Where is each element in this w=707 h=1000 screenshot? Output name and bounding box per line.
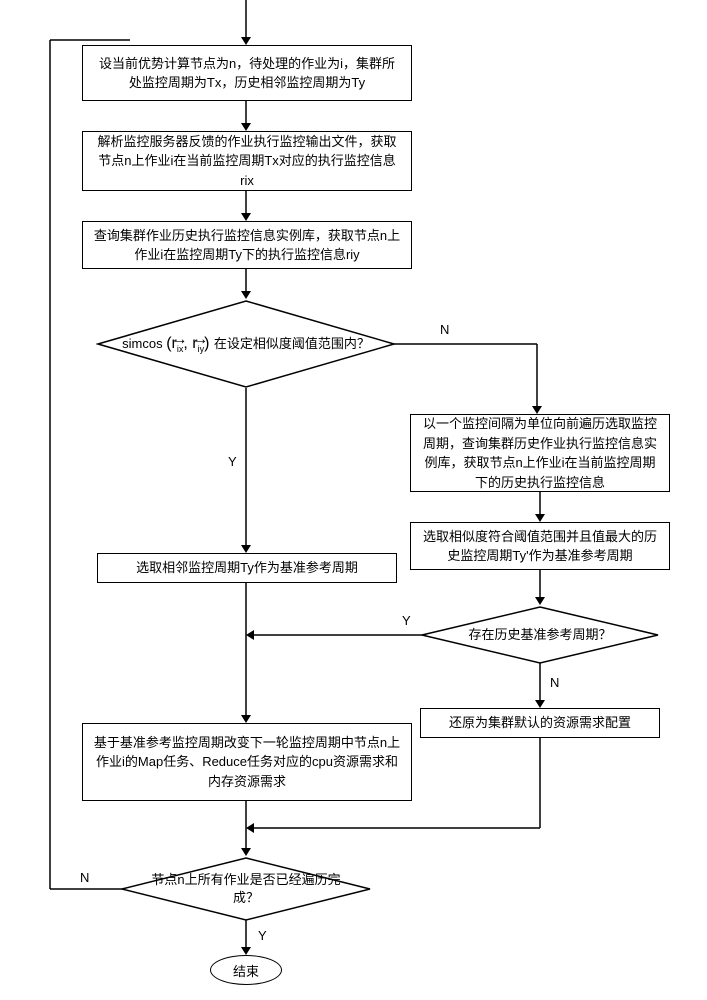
process-select-adjacent-period: 选取相邻监控周期Ty作为基准参考周期 (97, 553, 397, 583)
process-parse-monitor: 解析监控服务器反馈的作业执行监控输出文件，获取节点n上作业i在当前监控周期Tx对… (82, 131, 412, 191)
text: 查询集群作业历史执行监控信息实例库，获取节点n上作业i在监控周期Ty下的执行监控… (93, 226, 401, 265)
label-yes: Y (402, 613, 411, 628)
text: 还原为集群默认的资源需求配置 (449, 713, 631, 733)
terminal-end: 结束 (210, 955, 282, 985)
text: simcos (r→ix, r→iy) 在设定相似度阈值范围内？ (102, 333, 390, 356)
process-set-params: 设当前优势计算节点为n，待处理的作业为i，集群所处监控周期为Tx，历史相邻监控周… (82, 45, 412, 101)
text: 解析监控服务器反馈的作业执行监控输出文件，获取节点n上作业i在当前监控周期Tx对… (93, 132, 401, 191)
text: 选取相似度符合阈值范围并且值最大的历史监控周期Ty'作为基准参考周期 (421, 527, 659, 566)
decision-all-jobs-traversed: 节点n上所有作业是否已经遍历完成？ (120, 856, 372, 922)
process-traverse-backward: 以一个监控间隔为单位向前遍历选取监控周期，查询集群历史作业执行监控信息实例库，获… (410, 414, 670, 492)
process-select-max-similarity: 选取相似度符合阈值范围并且值最大的历史监控周期Ty'作为基准参考周期 (410, 522, 670, 570)
text: 以一个监控间隔为单位向前遍历选取监控周期，查询集群历史作业执行监控信息实例库，获… (421, 414, 659, 492)
text: 结束 (233, 961, 259, 980)
text: 节点n上所有作业是否已经遍历完成？ (120, 871, 372, 907)
label-no: N (440, 322, 449, 337)
text: 存在历史基准参考周期？ (448, 626, 631, 644)
label-no: N (80, 870, 89, 885)
label-yes: Y (258, 928, 267, 943)
text: 设当前优势计算节点为n，待处理的作业为i，集群所处监控周期为Tx，历史相邻监控周… (93, 54, 401, 93)
decision-history-reference-exists: 存在历史基准参考周期？ (420, 605, 660, 665)
process-query-history: 查询集群作业历史执行监控信息实例库，获取节点n上作业i在监控周期Ty下的执行监控… (82, 221, 412, 269)
process-restore-default-config: 还原为集群默认的资源需求配置 (420, 708, 660, 738)
decision-simcos-threshold: simcos (r→ix, r→iy) 在设定相似度阈值范围内？ (96, 299, 396, 389)
text: 选取相邻监控周期Ty作为基准参考周期 (136, 558, 358, 578)
label-no: N (550, 675, 559, 690)
label-yes: Y (228, 454, 237, 469)
